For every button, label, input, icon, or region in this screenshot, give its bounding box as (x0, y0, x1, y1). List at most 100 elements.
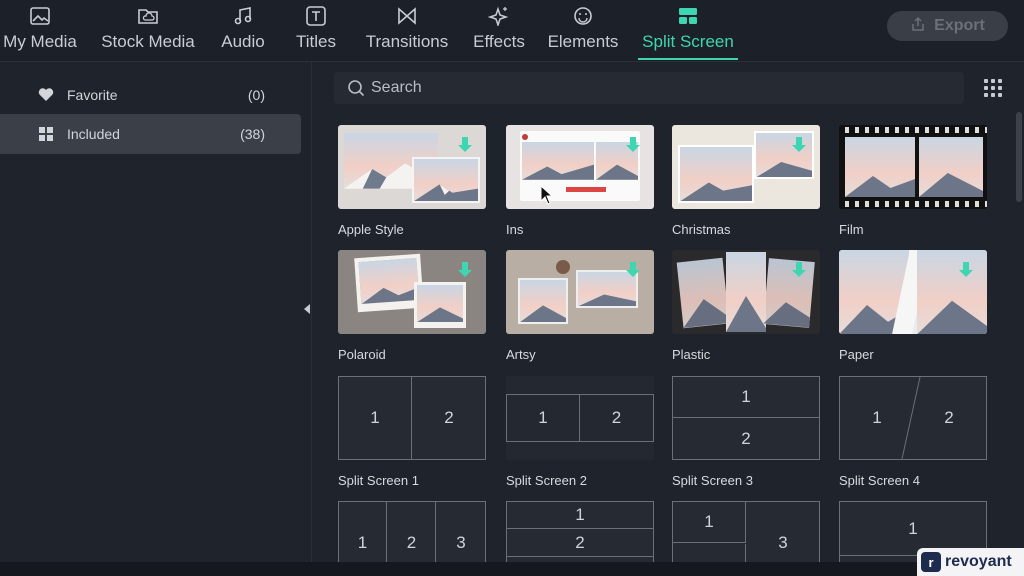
split-layout-preview: 1 2 3 (338, 501, 486, 562)
download-icon[interactable] (458, 262, 472, 278)
watermark-text: revoyant (945, 553, 1012, 570)
split-cell: 1 (507, 395, 580, 441)
view-grid-toggle-icon[interactable] (984, 79, 1002, 97)
template-thumbnail (506, 250, 654, 334)
template-card[interactable]: 1 3 (672, 501, 820, 562)
text-box-icon (305, 4, 327, 28)
split-cell: 1 (872, 408, 882, 427)
template-card[interactable]: 1 2 (506, 501, 654, 562)
tab-label: Split Screen (642, 32, 734, 51)
template-card[interactable]: Polaroid (338, 250, 486, 362)
split-layout-preview: 1 3 (672, 501, 820, 562)
split-cell: 1 (673, 377, 819, 418)
heart-icon (38, 88, 66, 102)
template-thumbnail (839, 250, 987, 334)
collapse-sidebar-arrow-icon[interactable] (304, 304, 310, 314)
tab-effects[interactable]: Effects (470, 0, 528, 60)
sidebar-item-included[interactable]: Included (38) (0, 114, 301, 154)
image-icon (29, 4, 51, 28)
template-label: Paper (839, 347, 874, 362)
split-cell: 3 (778, 533, 788, 552)
template-label: Polaroid (338, 347, 386, 362)
template-card[interactable]: Film (839, 125, 987, 237)
download-icon[interactable] (792, 262, 806, 278)
sidebar-item-label: Favorite (67, 87, 118, 103)
tab-audio[interactable]: Audio (218, 0, 268, 60)
template-thumbnail (338, 125, 486, 209)
download-icon[interactable] (959, 262, 973, 278)
template-card[interactable]: Christmas (672, 125, 820, 237)
split-cell: 2 (741, 429, 751, 448)
tab-titles[interactable]: Titles (293, 0, 339, 60)
category-sidebar: Favorite (0) Included (38) (0, 62, 312, 562)
template-thumbnail (338, 250, 486, 334)
template-card[interactable]: 1 2 Split Screen 2 (506, 376, 654, 488)
search-icon (347, 79, 365, 97)
sidebar-item-label: Included (67, 126, 120, 142)
tab-transitions[interactable]: Transitions (362, 0, 452, 60)
search-placeholder: Search (371, 79, 422, 96)
template-thumbnail (672, 125, 820, 209)
download-icon[interactable] (792, 137, 806, 153)
template-card[interactable]: Apple Style (338, 125, 486, 237)
tab-label: Stock Media (101, 32, 195, 51)
template-card[interactable]: Ins (506, 125, 654, 237)
sidebar-item-favorite[interactable]: Favorite (0) (0, 75, 301, 115)
download-icon[interactable] (626, 262, 640, 278)
tab-label: Titles (296, 32, 336, 51)
split-cell: 3 (456, 533, 466, 552)
split-cell: 1 (339, 377, 412, 459)
search-input[interactable]: Search (334, 72, 964, 104)
export-label: Export (934, 17, 985, 34)
template-card[interactable]: Paper (839, 250, 987, 362)
tab-label: Audio (221, 32, 265, 51)
smiley-icon (572, 4, 594, 28)
sidebar-item-count: (38) (240, 126, 265, 142)
split-cell: 2 (944, 408, 954, 427)
tab-split-screen[interactable]: Split Screen (638, 0, 738, 60)
share-icon (910, 16, 926, 37)
template-label: Split Screen 3 (672, 473, 753, 488)
split-cell: 1 (339, 502, 387, 562)
scrollbar[interactable] (1016, 112, 1022, 202)
tab-elements[interactable]: Elements (546, 0, 620, 60)
template-thumbnail (506, 125, 654, 209)
template-card[interactable]: 1 2 Split Screen 4 (839, 376, 987, 488)
sparkle-icon (488, 4, 510, 28)
template-card[interactable]: 1 2 Split Screen 3 (672, 376, 820, 488)
split-layout-preview: 1 2 (672, 376, 820, 460)
watermark-logo: r revoyant (917, 548, 1024, 576)
cloud-folder-icon (137, 4, 159, 28)
template-card[interactable]: Plastic (672, 250, 820, 362)
split-layout-preview: 1 2 (338, 376, 486, 460)
split-cell: 2 (444, 408, 454, 427)
top-toolbar: My Media Stock Media Audio Titles Transi… (0, 0, 1024, 62)
template-label: Apple Style (338, 222, 404, 237)
tab-label: Effects (473, 32, 525, 51)
split-layout-icon (677, 4, 699, 28)
template-label: Plastic (672, 347, 711, 362)
tab-stock-media[interactable]: Stock Media (97, 0, 199, 60)
split-layout-preview: 1 2 (839, 376, 987, 460)
tab-my-media[interactable]: My Media (0, 0, 80, 60)
template-label: Artsy (506, 347, 536, 362)
template-card[interactable]: 1 2 Split Screen 1 (338, 376, 486, 488)
template-card[interactable]: Artsy (506, 250, 654, 362)
export-button[interactable]: Export (887, 11, 1008, 41)
template-label: Christmas (672, 222, 731, 237)
bottom-bar (0, 562, 1024, 576)
music-note-icon (232, 4, 254, 28)
template-label: Split Screen 1 (338, 473, 419, 488)
split-cell: 2 (611, 408, 622, 427)
sidebar-item-count: (0) (247, 87, 265, 103)
split-cell: 2 (507, 530, 653, 557)
download-icon[interactable] (458, 137, 472, 153)
split-cell: 1 (673, 502, 746, 543)
mouse-pointer-icon (540, 185, 554, 205)
tab-label: Elements (547, 32, 619, 51)
template-grid: Apple Style Ins Christmas Film Polaroid … (320, 112, 1014, 562)
download-icon[interactable] (626, 137, 640, 153)
split-cell: 1 (507, 502, 653, 529)
template-label: Ins (506, 222, 524, 237)
template-card[interactable]: 1 2 3 (338, 501, 486, 562)
